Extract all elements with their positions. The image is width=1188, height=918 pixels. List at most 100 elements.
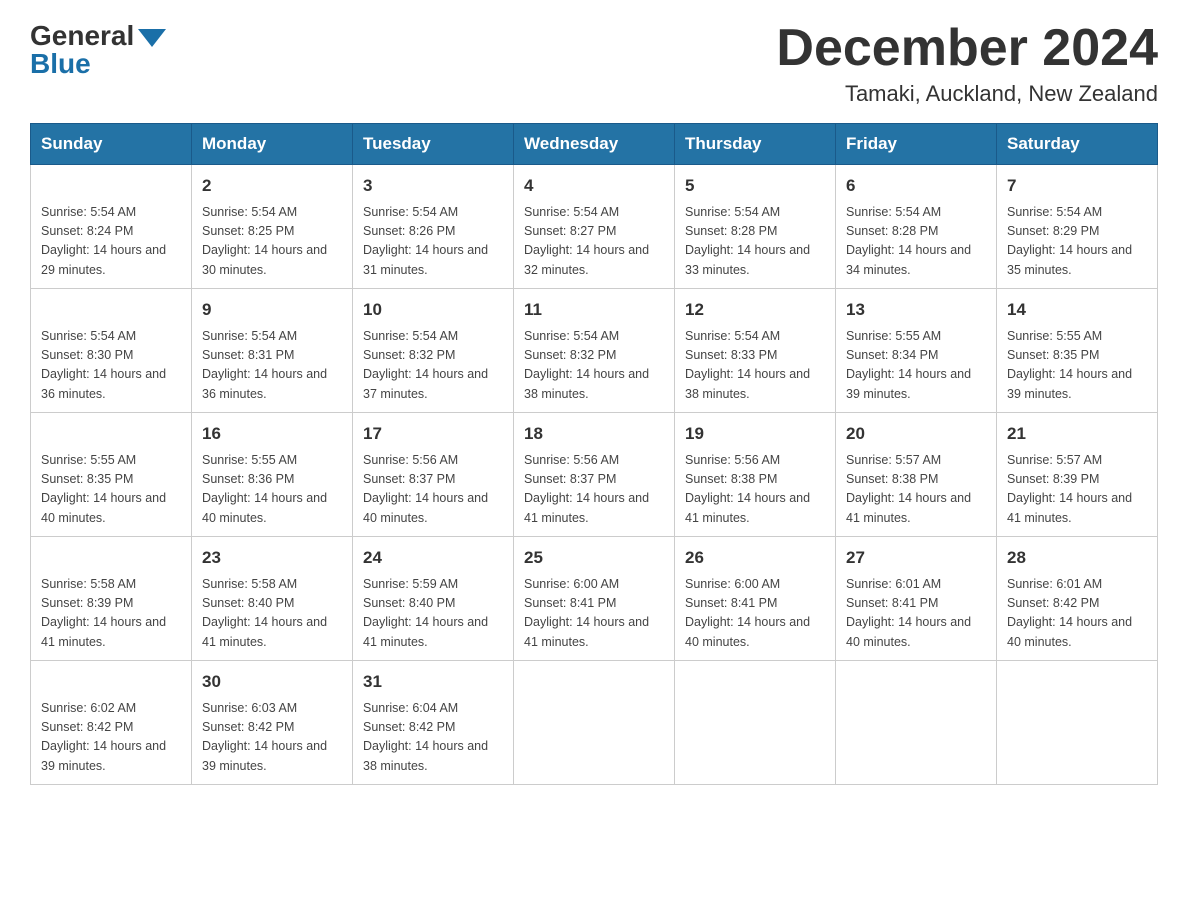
day-number: 22 [41,545,181,571]
calendar-cell: 29Sunrise: 6:02 AMSunset: 8:42 PMDayligh… [31,661,192,785]
day-number: 30 [202,669,342,695]
day-number: 20 [846,421,986,447]
calendar-cell: 15 Sunrise: 5:55 AMSunset: 8:35 PMDayligh… [31,413,192,537]
day-number: 2 [202,173,342,199]
day-info: Sunrise: 5:55 AMSunset: 8:34 PMDaylight:… [846,327,986,405]
day-number: 18 [524,421,664,447]
weekday-header-sunday: Sunday [31,124,192,165]
day-number: 10 [363,297,503,323]
calendar-cell: 10 Sunrise: 5:54 AMSunset: 8:32 PMDayligh… [353,289,514,413]
day-number: 11 [524,297,664,323]
day-number: 27 [846,545,986,571]
calendar-week-row: 15 Sunrise: 5:55 AMSunset: 8:35 PMDayligh… [31,413,1158,537]
day-number: 15 [41,421,181,447]
calendar-week-row: 8 Sunrise: 5:54 AMSunset: 8:30 PMDaylight… [31,289,1158,413]
day-number: 21 [1007,421,1147,447]
day-info: Sunrise: 5:54 AMSunset: 8:30 PMDaylight:… [41,327,181,405]
calendar-cell: 24 Sunrise: 5:59 AMSunset: 8:40 PMDayligh… [353,537,514,661]
day-number: 26 [685,545,825,571]
day-info: Sunrise: 6:01 AMSunset: 8:42 PMDaylight:… [1007,575,1147,653]
day-number: 4 [524,173,664,199]
day-number: 31 [363,669,503,695]
calendar-cell: 5Sunrise: 5:54 AMSunset: 8:28 PMDaylight… [675,165,836,289]
calendar-cell [675,661,836,785]
day-info: Sunrise: 5:56 AMSunset: 8:38 PMDaylight:… [685,451,825,529]
calendar-cell: 12Sunrise: 5:54 AMSunset: 8:33 PMDayligh… [675,289,836,413]
day-info: Sunrise: 5:55 AMSunset: 8:36 PMDaylight:… [202,451,342,529]
calendar-cell [997,661,1158,785]
day-info: Sunrise: 6:00 AMSunset: 8:41 PMDaylight:… [524,575,664,653]
calendar-cell: 23 Sunrise: 5:58 AMSunset: 8:40 PMDayligh… [192,537,353,661]
calendar-week-row: 1 Sunrise: 5:54 AMSunset: 8:24 PMDaylight… [31,165,1158,289]
day-info: Sunrise: 5:54 AMSunset: 8:31 PMDaylight:… [202,327,342,405]
calendar-cell [836,661,997,785]
logo-triangle-icon [138,29,166,47]
day-number: 3 [363,173,503,199]
calendar-cell: 27Sunrise: 6:01 AMSunset: 8:41 PMDayligh… [836,537,997,661]
calendar-table: SundayMondayTuesdayWednesdayThursdayFrid… [30,123,1158,785]
day-number: 17 [363,421,503,447]
calendar-cell: 22 Sunrise: 5:58 AMSunset: 8:39 PMDayligh… [31,537,192,661]
calendar-cell: 7Sunrise: 5:54 AMSunset: 8:29 PMDaylight… [997,165,1158,289]
calendar-cell: 16 Sunrise: 5:55 AMSunset: 8:36 PMDayligh… [192,413,353,537]
calendar-cell: 18 Sunrise: 5:56 AMSunset: 8:37 PMDayligh… [514,413,675,537]
calendar-cell: 28 Sunrise: 6:01 AMSunset: 8:42 PMDayligh… [997,537,1158,661]
day-number: 19 [685,421,825,447]
day-number: 25 [524,545,664,571]
calendar-cell: 3Sunrise: 5:54 AMSunset: 8:26 PMDaylight… [353,165,514,289]
calendar-cell: 26 Sunrise: 6:00 AMSunset: 8:41 PMDayligh… [675,537,836,661]
calendar-cell: 25 Sunrise: 6:00 AMSunset: 8:41 PMDayligh… [514,537,675,661]
day-number: 1 [41,173,181,199]
weekday-header-tuesday: Tuesday [353,124,514,165]
calendar-cell: 20Sunrise: 5:57 AMSunset: 8:38 PMDayligh… [836,413,997,537]
day-info: Sunrise: 5:56 AMSunset: 8:37 PMDaylight:… [363,451,503,529]
day-number: 28 [1007,545,1147,571]
day-info: Sunrise: 5:54 AMSunset: 8:24 PMDaylight:… [41,203,181,281]
day-number: 16 [202,421,342,447]
day-number: 12 [685,297,825,323]
logo-blue-text: Blue [30,48,91,80]
calendar-cell: 31 Sunrise: 6:04 AMSunset: 8:42 PMDayligh… [353,661,514,785]
day-number: 8 [41,297,181,323]
day-info: Sunrise: 5:54 AMSunset: 8:32 PMDaylight:… [524,327,664,405]
weekday-header-wednesday: Wednesday [514,124,675,165]
calendar-cell: 11 Sunrise: 5:54 AMSunset: 8:32 PMDayligh… [514,289,675,413]
calendar-week-row: 29Sunrise: 6:02 AMSunset: 8:42 PMDayligh… [31,661,1158,785]
day-info: Sunrise: 5:56 AMSunset: 8:37 PMDaylight:… [524,451,664,529]
calendar-cell [514,661,675,785]
calendar-cell: 2Sunrise: 5:54 AMSunset: 8:25 PMDaylight… [192,165,353,289]
logo: General Blue [30,20,166,80]
day-number: 24 [363,545,503,571]
title-block: December 2024 Tamaki, Auckland, New Zeal… [776,20,1158,107]
day-info: Sunrise: 6:02 AMSunset: 8:42 PMDaylight:… [41,699,181,777]
day-info: Sunrise: 5:58 AMSunset: 8:40 PMDaylight:… [202,575,342,653]
calendar-cell: 6Sunrise: 5:54 AMSunset: 8:28 PMDaylight… [836,165,997,289]
calendar-header-row: SundayMondayTuesdayWednesdayThursdayFrid… [31,124,1158,165]
weekday-header-saturday: Saturday [997,124,1158,165]
calendar-cell: 17 Sunrise: 5:56 AMSunset: 8:37 PMDayligh… [353,413,514,537]
calendar-cell: 8 Sunrise: 5:54 AMSunset: 8:30 PMDaylight… [31,289,192,413]
day-info: Sunrise: 6:00 AMSunset: 8:41 PMDaylight:… [685,575,825,653]
day-info: Sunrise: 5:58 AMSunset: 8:39 PMDaylight:… [41,575,181,653]
location-subtitle: Tamaki, Auckland, New Zealand [776,81,1158,107]
day-number: 23 [202,545,342,571]
day-info: Sunrise: 5:54 AMSunset: 8:28 PMDaylight:… [846,203,986,281]
day-info: Sunrise: 5:54 AMSunset: 8:32 PMDaylight:… [363,327,503,405]
day-info: Sunrise: 5:57 AMSunset: 8:39 PMDaylight:… [1007,451,1147,529]
day-info: Sunrise: 6:03 AMSunset: 8:42 PMDaylight:… [202,699,342,777]
calendar-cell: 4Sunrise: 5:54 AMSunset: 8:27 PMDaylight… [514,165,675,289]
calendar-cell: 1 Sunrise: 5:54 AMSunset: 8:24 PMDaylight… [31,165,192,289]
day-info: Sunrise: 5:59 AMSunset: 8:40 PMDaylight:… [363,575,503,653]
calendar-week-row: 22 Sunrise: 5:58 AMSunset: 8:39 PMDayligh… [31,537,1158,661]
calendar-cell: 21 Sunrise: 5:57 AMSunset: 8:39 PMDayligh… [997,413,1158,537]
calendar-cell: 13Sunrise: 5:55 AMSunset: 8:34 PMDayligh… [836,289,997,413]
day-info: Sunrise: 5:54 AMSunset: 8:28 PMDaylight:… [685,203,825,281]
month-title: December 2024 [776,20,1158,77]
day-info: Sunrise: 5:55 AMSunset: 8:35 PMDaylight:… [41,451,181,529]
weekday-header-monday: Monday [192,124,353,165]
day-number: 9 [202,297,342,323]
day-info: Sunrise: 5:54 AMSunset: 8:29 PMDaylight:… [1007,203,1147,281]
calendar-cell: 9 Sunrise: 5:54 AMSunset: 8:31 PMDaylight… [192,289,353,413]
calendar-cell: 14Sunrise: 5:55 AMSunset: 8:35 PMDayligh… [997,289,1158,413]
day-info: Sunrise: 6:04 AMSunset: 8:42 PMDaylight:… [363,699,503,777]
